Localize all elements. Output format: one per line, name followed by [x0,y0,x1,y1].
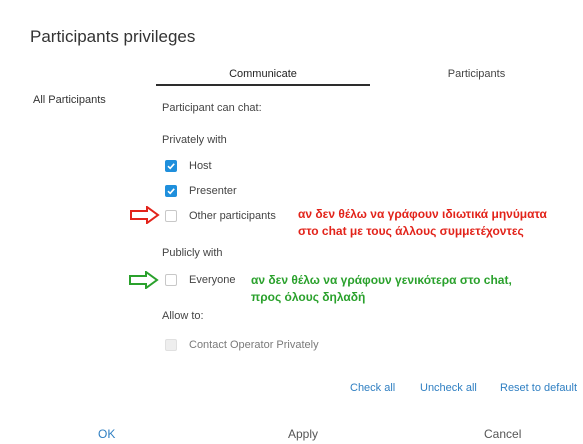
option-contact-operator: Contact Operator Privately [165,337,319,353]
section-allow-to: Allow to: [162,310,204,322]
contact-operator-label: Contact Operator Privately [189,339,319,351]
sidebar-item-all-participants[interactable]: All Participants [33,94,106,106]
section-can-chat: Participant can chat: [162,102,262,114]
annotation-green-line2: προς όλους δηλαδή [251,290,366,304]
annotation-red-line1: αν δεν θέλω να γράφουν ιδιωτικά μηνύματα [298,207,547,221]
dialog-title: Participants privileges [30,27,196,46]
annotation-green: αν δεν θέλω να γράφουν γενικότερα στο ch… [251,272,512,306]
tab-participants[interactable]: Participants [370,68,583,80]
host-checkbox[interactable] [165,160,177,172]
section-publicly-with: Publicly with [162,247,223,259]
check-icon [167,163,175,170]
section-privately-with: Privately with [162,134,227,146]
host-label: Host [189,160,212,172]
cancel-button[interactable]: Cancel [484,427,521,441]
apply-button[interactable]: Apply [288,427,318,441]
other-participants-checkbox[interactable] [165,210,177,222]
tab-bar: Communicate Participants [156,68,583,86]
everyone-checkbox[interactable] [165,274,177,286]
annotation-green-line1: αν δεν θέλω να γράφουν γενικότερα στο ch… [251,273,512,287]
uncheck-all-link[interactable]: Uncheck all [420,382,477,394]
active-tab-indicator [156,84,370,86]
ok-button[interactable]: OK [98,427,115,441]
reset-to-default-link[interactable]: Reset to default [500,382,577,394]
presenter-label: Presenter [189,185,237,197]
annotation-red-line2: στο chat με τους άλλους συμμετέχοντες [298,224,524,238]
green-arrow-icon [129,271,159,289]
check-all-link[interactable]: Check all [350,382,395,394]
option-presenter[interactable]: Presenter [165,183,237,199]
option-other-participants[interactable]: Other participants [165,208,276,224]
red-arrow-icon [130,206,160,224]
tab-communicate[interactable]: Communicate [156,68,370,80]
contact-operator-checkbox [165,339,177,351]
option-host[interactable]: Host [165,158,212,174]
option-everyone[interactable]: Everyone [165,272,235,288]
presenter-checkbox[interactable] [165,185,177,197]
check-icon [167,188,175,195]
everyone-label: Everyone [189,274,236,286]
annotation-red: αν δεν θέλω να γράφουν ιδιωτικά μηνύματα… [298,206,547,240]
other-participants-label: Other participants [189,210,276,222]
